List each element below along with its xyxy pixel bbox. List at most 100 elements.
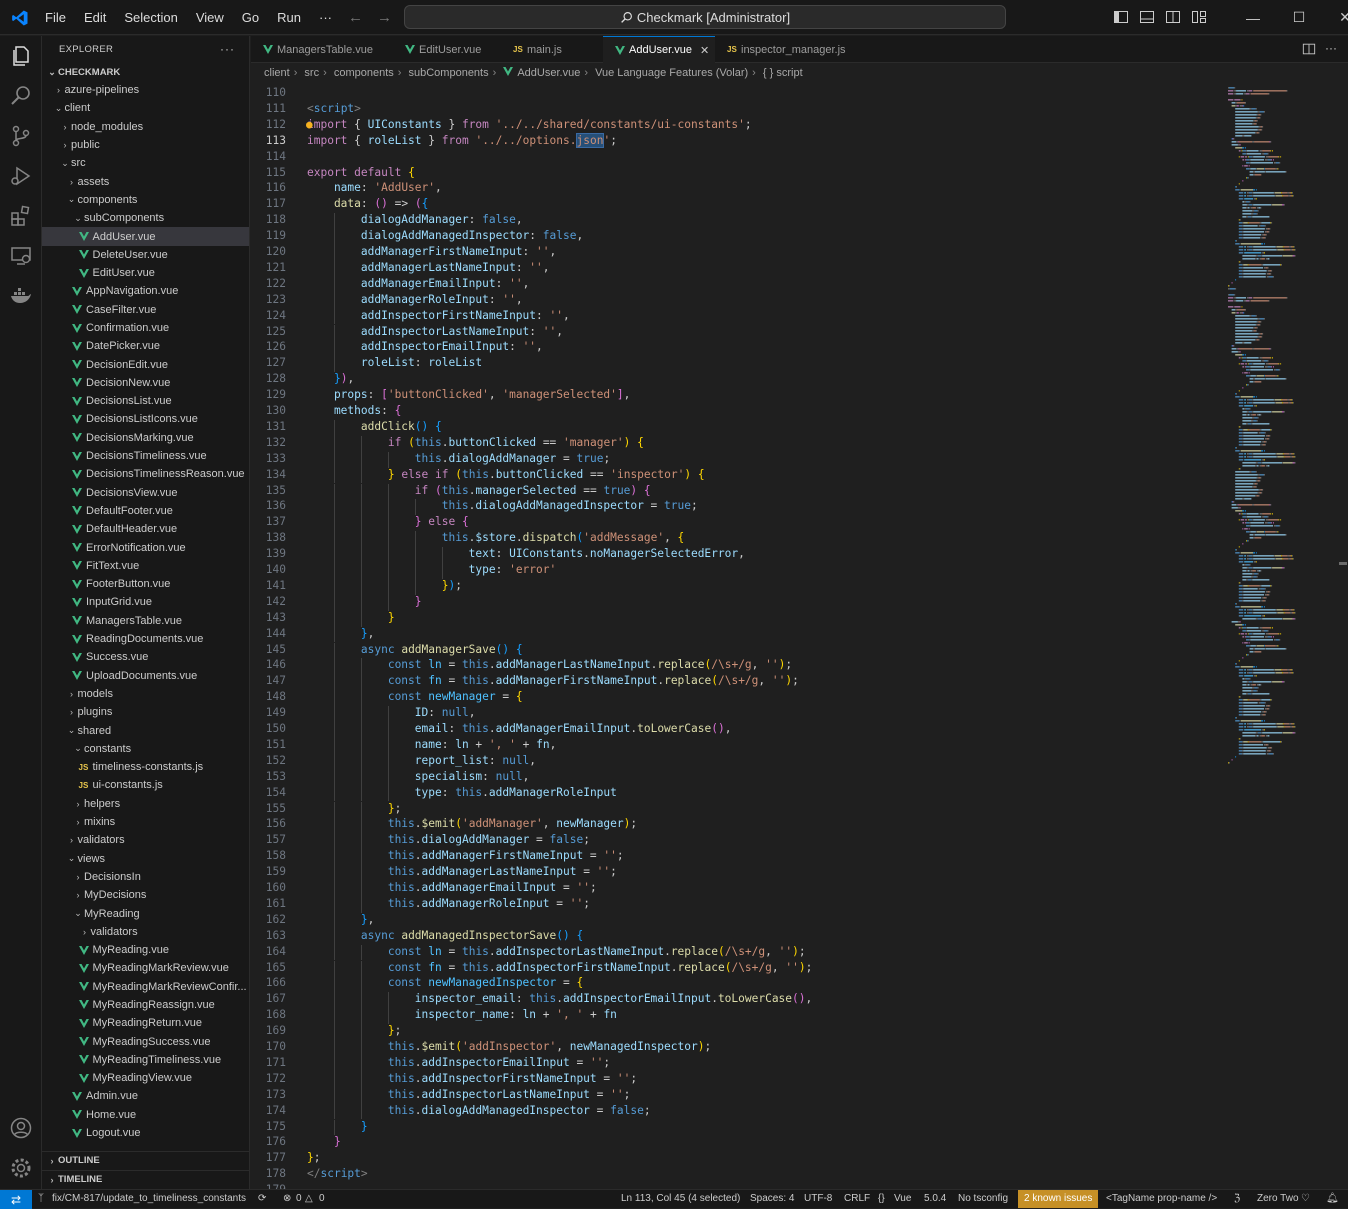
code-line[interactable]: dialogAddManager: false, [307,213,523,226]
tree-file[interactable]: DecisionsTimelinessReason.vue [42,465,249,483]
code-line[interactable]: } [307,611,395,624]
tab-adduser[interactable]: AddUser.vue ✕ [603,36,715,63]
menu-go[interactable]: Go [233,0,268,35]
tree-folder[interactable]: › public [42,136,249,154]
minimize-icon[interactable]: — [1230,0,1276,35]
code-line[interactable]: const fn = this.addInspectorFirstNameInp… [307,961,813,974]
editor-more-actions-icon[interactable]: ··· [1325,41,1337,55]
code-line[interactable]: this.addManagerFirstNameInput = ''; [307,849,624,862]
tree-file[interactable]: DecisionsListIcons.vue [42,410,249,428]
tree-folder[interactable]: › mixins [42,813,249,831]
language-mode[interactable]: Vue [894,1193,911,1204]
tree-file[interactable]: DecisionNew.vue [42,374,249,392]
tree-file[interactable]: JS timeliness-constants.js [42,758,249,776]
tree-folder[interactable]: › validators [42,923,249,941]
zero-two-label[interactable]: Zero Two [1257,1193,1299,1204]
code-line[interactable]: addManagerEmailInput: '', [307,277,529,290]
tree-folder[interactable]: ⌄ src [42,154,249,172]
tree-file[interactable]: DeleteUser.vue [42,246,249,264]
tree-file[interactable]: DecisionsMarking.vue [42,429,249,447]
tree-folder[interactable]: › helpers [42,795,249,813]
tree-file[interactable]: MyReadingMarkReviewConfir... [42,978,249,996]
tsconfig-status[interactable]: No tsconfig [958,1193,1008,1204]
tab-edituser[interactable]: EditUser.vue [393,36,501,63]
branch-name[interactable]: fix/CM-817/update_to_timeliness_constant… [52,1193,246,1204]
tree-folder[interactable]: ⌄ shared [42,721,249,739]
tree-folder[interactable]: ⌄ MyReading [42,904,249,922]
code-line[interactable]: this.addManagerLastNameInput = ''; [307,865,617,878]
tree-folder[interactable]: ⌄ views [42,849,249,867]
back-arrow-icon[interactable]: ← [348,9,363,26]
close-window-icon[interactable]: ✕ [1322,0,1348,35]
outline-panel[interactable]: › OUTLINE [42,1151,249,1169]
error-icon[interactable]: ⊗ [283,1193,291,1204]
tree-folder[interactable]: › models [42,685,249,703]
known-issues-badge[interactable]: 2 known issues [1018,1190,1099,1208]
run-debug-icon[interactable] [9,164,33,188]
explorer-icon[interactable] [9,44,33,68]
code-line[interactable]: addInspectorFirstNameInput: '', [307,309,570,322]
minimap[interactable] [1226,84,1336,1189]
code-line[interactable]: report_list: null, [307,754,536,767]
menu-run[interactable]: Run [268,0,310,35]
tree-file[interactable]: Success.vue [42,648,249,666]
tag-name-case[interactable]: <TagName prop-name /> [1106,1193,1217,1204]
split-editor-icon[interactable] [1302,42,1316,56]
accounts-status-icon[interactable]: ℨ [1234,1193,1240,1204]
breadcrumb-language-service[interactable]: Vue Language Features (Volar) [595,67,748,79]
tree-file[interactable]: MyReading.vue [42,941,249,959]
forward-arrow-icon[interactable]: → [377,9,392,26]
code-line[interactable]: specialism: null, [307,770,530,783]
maximize-icon[interactable]: ☐ [1276,0,1322,35]
code-line[interactable]: ID: null, [307,706,476,719]
code-line[interactable]: addManagerRoleInput: '', [307,293,523,306]
code-line[interactable]: addManagerFirstNameInput: '', [307,245,556,258]
tree-folder[interactable]: › plugins [42,703,249,721]
vue-version[interactable]: 5.0.4 [924,1193,946,1204]
code-line[interactable]: }, [307,627,375,640]
code-line[interactable]: this.dialogAddManagedInspector = true; [307,499,698,512]
code-line[interactable]: } [307,595,422,608]
code-line[interactable]: if (this.managerSelected == true) { [307,484,651,497]
tree-file[interactable]: MyReadingReassign.vue [42,996,249,1014]
remote-indicator-icon[interactable]: ⇄ [0,1190,32,1209]
tab-main-js[interactable]: JS main.js [501,36,603,63]
tree-folder[interactable]: › node_modules [42,118,249,136]
code-line[interactable]: text: UIConstants.noManagerSelectedError… [307,547,745,560]
tree-file[interactable]: DecisionsTimeliness.vue [42,447,249,465]
tab-inspector-manager-js[interactable]: JS inspector_manager.js [715,36,855,63]
toggle-panel-icon[interactable] [1139,9,1155,25]
code-line[interactable]: }; [307,802,402,815]
tree-file[interactable]: UploadDocuments.vue [42,667,249,685]
code-line[interactable]: const ln = this.addInspectorLastNameInpu… [307,945,806,958]
warning-icon[interactable]: △ [305,1193,313,1204]
code-line[interactable]: }); [307,579,462,592]
tree-file[interactable]: MyReadingSuccess.vue [42,1032,249,1050]
tree-file[interactable]: FitText.vue [42,557,249,575]
code-line[interactable]: } [307,1120,368,1133]
breadcrumb-src[interactable]: src [304,67,319,79]
heart-icon[interactable]: ♡ [1301,1193,1310,1204]
code-line[interactable]: addInspectorLastNameInput: '', [307,325,563,338]
breadcrumb-subcomponents[interactable]: subComponents [409,67,489,79]
settings-gear-icon[interactable] [9,1156,33,1180]
search-sidebar-icon[interactable] [9,84,33,108]
breadcrumb-file[interactable]: AddUser.vue [517,67,580,79]
tree-folder[interactable]: › MyDecisions [42,886,249,904]
tab-managerstable[interactable]: ManagersTable.vue [251,36,393,63]
toggle-primary-sidebar-icon[interactable] [1113,9,1129,25]
notifications-bell-icon[interactable]: 🔔︎ [1326,1193,1339,1204]
tree-file[interactable]: DecisionsView.vue [42,484,249,502]
code-line[interactable]: } [307,1135,341,1148]
tree-file[interactable]: FooterButton.vue [42,575,249,593]
tree-file[interactable]: EditUser.vue [42,264,249,282]
indentation[interactable]: Spaces: 4 [750,1193,794,1204]
code-line[interactable]: type: this.addManagerRoleInput [307,786,617,799]
code-line[interactable]: if (this.buttonClicked == 'manager') { [307,436,644,449]
tree-folder[interactable]: ⌄ constants [42,740,249,758]
code-line[interactable]: import { roleList } from '../../options.… [307,132,617,148]
tree-file[interactable]: Admin.vue [42,1087,249,1105]
error-count[interactable]: 0 [296,1193,302,1204]
code-line[interactable]: <script> [307,102,361,115]
close-tab-icon[interactable]: ✕ [700,44,709,57]
